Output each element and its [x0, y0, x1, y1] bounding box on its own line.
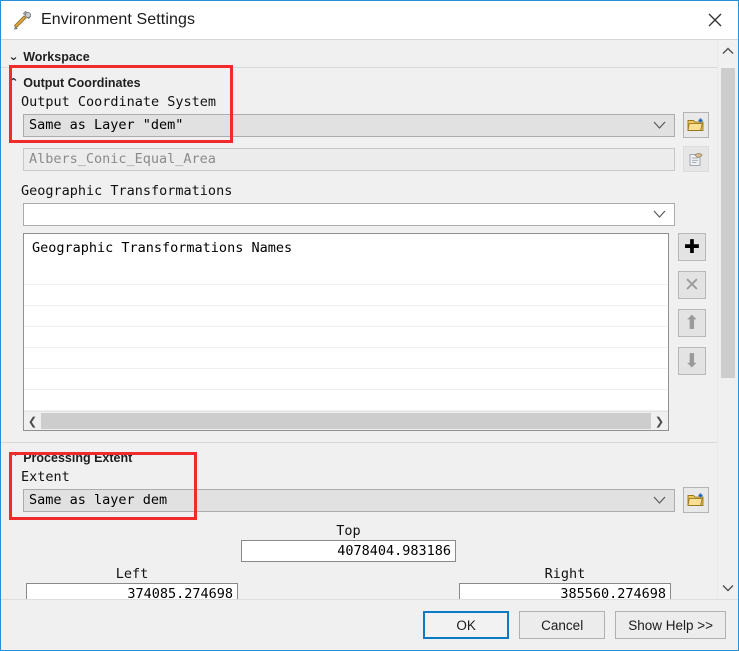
- extent-top-input[interactable]: 4078404.983186: [241, 540, 456, 562]
- geographic-transformations-row: [1, 201, 717, 227]
- chevron-double-up-icon: ⌃: [8, 76, 19, 89]
- section-divider: [1, 67, 717, 68]
- settings-vertical-scrollbar[interactable]: [717, 40, 738, 599]
- vertical-scroll-thumb[interactable]: [721, 68, 735, 378]
- extent-browse-button[interactable]: [683, 487, 709, 513]
- projection-name-row: Albers_Conic_Equal_Area: [1, 146, 717, 172]
- extent-value: Same as layer dem: [29, 492, 168, 508]
- projection-name-field: Albers_Conic_Equal_Area: [23, 147, 675, 171]
- move-up-button[interactable]: ⬆: [678, 309, 706, 337]
- list-item[interactable]: [24, 348, 668, 369]
- output-coordinate-system-label: Output Coordinate System: [21, 94, 217, 110]
- transformations-horizontal-scrollbar[interactable]: ❮ ❯: [24, 411, 668, 430]
- chevron-double-up-icon: ⌃: [8, 451, 19, 464]
- list-item[interactable]: [24, 285, 668, 306]
- move-down-button[interactable]: ⬇: [678, 347, 706, 375]
- projection-name-value: Albers_Conic_Equal_Area: [29, 151, 216, 167]
- dialog-footer: OK Cancel Show Help >>: [1, 599, 738, 650]
- output-coordinate-system-dropdown[interactable]: Same as Layer "dem": [23, 113, 675, 137]
- section-label-output-coordinates: Output Coordinates: [23, 75, 141, 90]
- chevron-down-icon: [653, 115, 666, 136]
- section-header-output-coordinates[interactable]: ⌃ Output Coordinates: [1, 73, 717, 92]
- transformations-listbox[interactable]: Geographic Transformations Names ❮ ❯: [23, 233, 669, 431]
- list-item[interactable]: [24, 327, 668, 348]
- window-title: Environment Settings: [41, 11, 196, 28]
- extent-dropdown[interactable]: Same as layer dem: [23, 488, 675, 512]
- section-header-processing-extent[interactable]: ⌃ Processing Extent: [1, 448, 717, 467]
- transformations-rows: Geographic Transformations Names: [24, 234, 668, 411]
- extent-left-label: Left: [115, 566, 149, 582]
- chevron-double-down-icon: ⌄: [8, 50, 19, 63]
- settings-content: ⌄ Workspace ⌃ Output Coordinates Output …: [1, 39, 738, 599]
- coordinate-system-browse-button[interactable]: [683, 112, 709, 138]
- environment-settings-dialog: Environment Settings ⌄ Workspace ⌃ Outpu…: [0, 0, 739, 651]
- chevron-down-icon: [653, 204, 666, 225]
- extent-label: Extent: [21, 469, 70, 485]
- ok-button[interactable]: OK: [423, 611, 510, 639]
- list-item[interactable]: [24, 264, 668, 285]
- list-item[interactable]: [24, 369, 668, 390]
- section-label-workspace: Workspace: [23, 49, 90, 64]
- transformations-list-buttons: ✚ ✕ ⬆ ⬇: [675, 233, 709, 431]
- chevron-up-icon[interactable]: [718, 42, 738, 60]
- tools-hammer-wrench-icon: [11, 9, 33, 31]
- show-help-button[interactable]: Show Help >>: [615, 611, 726, 639]
- chevron-down-icon[interactable]: [718, 579, 738, 597]
- close-icon[interactable]: [692, 1, 738, 39]
- geographic-transformations-dropdown[interactable]: [23, 202, 675, 226]
- cancel-button[interactable]: Cancel: [519, 611, 606, 639]
- chevron-right-icon[interactable]: ❯: [651, 412, 668, 430]
- title-bar: Environment Settings: [1, 1, 738, 39]
- geographic-transformations-label: Geographic Transformations: [21, 183, 233, 199]
- section-label-processing-extent: Processing Extent: [23, 450, 133, 465]
- section-header-workspace[interactable]: ⌄ Workspace: [1, 47, 717, 66]
- chevron-down-icon: [653, 490, 666, 511]
- output-coordinate-system-row: Same as Layer "dem": [1, 112, 717, 138]
- list-item[interactable]: [24, 306, 668, 327]
- extent-coordinates: Top 4078404.983186 Left 374085.274698 Ri…: [1, 523, 717, 599]
- list-item[interactable]: [24, 390, 668, 411]
- add-transformation-button[interactable]: ✚: [678, 233, 706, 261]
- extent-row: Same as layer dem: [1, 487, 717, 513]
- extent-right-input[interactable]: 385560.274698: [459, 583, 671, 599]
- settings-scroll-area: ⌄ Workspace ⌃ Output Coordinates Output …: [1, 40, 717, 599]
- output-coordinate-system-value: Same as Layer "dem": [29, 117, 184, 133]
- remove-transformation-button[interactable]: ✕: [678, 271, 706, 299]
- extent-right-label: Right: [544, 566, 586, 582]
- horizontal-scroll-thumb[interactable]: [41, 413, 651, 429]
- extent-top-label: Top: [336, 523, 361, 539]
- coordinate-system-properties-button: [683, 146, 709, 172]
- transformations-list-header: Geographic Transformations Names: [32, 240, 293, 256]
- chevron-left-icon[interactable]: ❮: [24, 412, 41, 430]
- section-divider: [1, 442, 717, 443]
- extent-left-input[interactable]: 374085.274698: [26, 583, 238, 599]
- transformations-list-block: Geographic Transformations Names ❮ ❯ ✚ ✕…: [1, 233, 717, 431]
